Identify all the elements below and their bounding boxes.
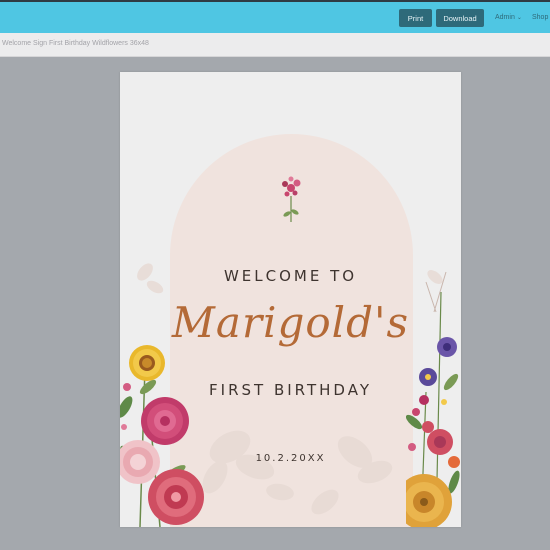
left-wildflowers-illustration bbox=[120, 345, 204, 527]
design-canvas[interactable]: WELCOME TO Marigold's FIRST BIRTHDAY 10.… bbox=[120, 72, 461, 527]
sign-welcome-text: WELCOME TO bbox=[223, 267, 358, 285]
shop-link[interactable]: Shop bbox=[532, 14, 548, 21]
sign-subtitle-text: FIRST BIRTHDAY bbox=[209, 381, 372, 399]
sign-name-script: Marigold's bbox=[171, 298, 410, 347]
top-toolbar: Print Download Admin ⌄ Shop bbox=[0, 0, 550, 33]
document-title: Welcome Sign First Birthday Wildflowers … bbox=[2, 40, 149, 47]
admin-menu-label: Admin bbox=[495, 14, 515, 21]
top-flower-sprig-illustration bbox=[282, 176, 301, 222]
sign-date-text: 10.2.20XX bbox=[255, 453, 326, 464]
admin-menu[interactable]: Admin ⌄ bbox=[495, 14, 522, 21]
document-bar: Welcome Sign First Birthday Wildflowers … bbox=[0, 33, 550, 57]
print-button[interactable]: Print bbox=[399, 9, 432, 27]
chevron-down-icon: ⌄ bbox=[516, 15, 522, 21]
download-button[interactable]: Download bbox=[436, 9, 484, 27]
